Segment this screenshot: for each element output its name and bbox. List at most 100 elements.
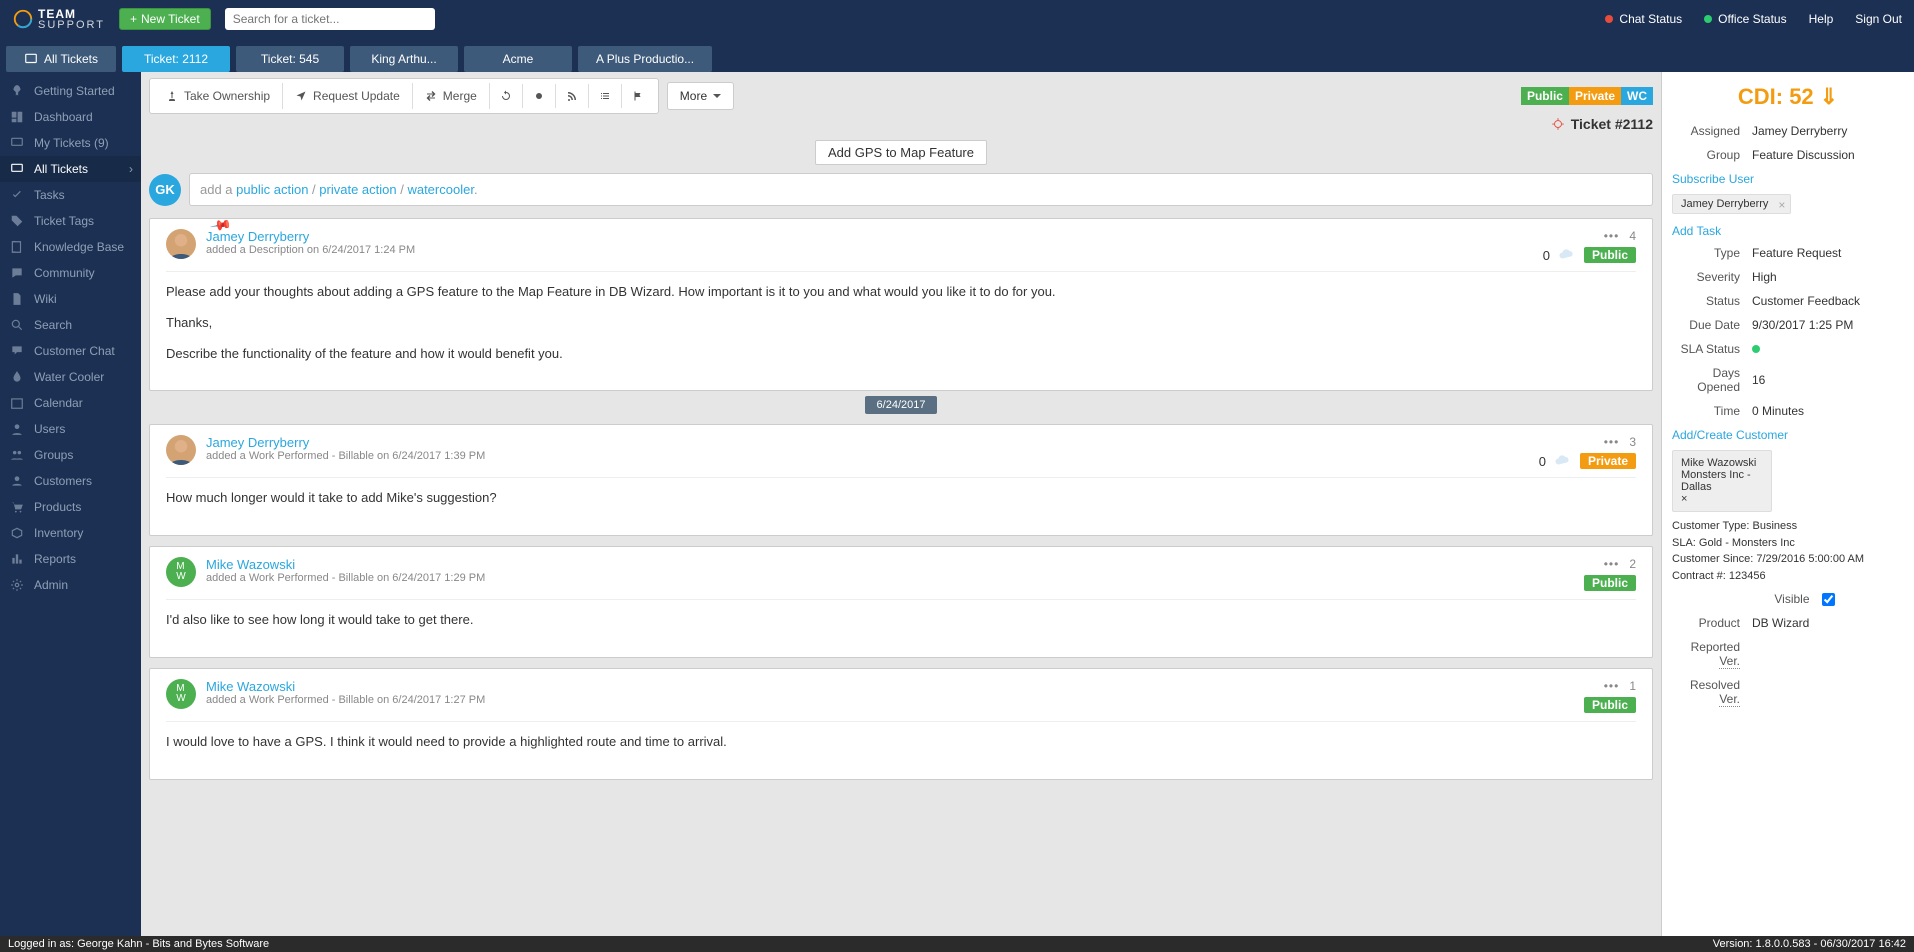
assigned-value[interactable]: Jamey Derryberry bbox=[1752, 124, 1847, 138]
cloud-icon[interactable] bbox=[1558, 248, 1576, 262]
sidebar-item-knowledge-base[interactable]: Knowledge Base bbox=[0, 234, 141, 260]
sidebar: Getting Started DashboardMy Tickets (9) Al… bbox=[0, 72, 141, 936]
comment-body: How much longer would it take to add Mik… bbox=[166, 488, 1636, 509]
sidebar-item-customer-chat[interactable]: Customer Chat bbox=[0, 338, 141, 364]
visibility-badge: Public bbox=[1584, 575, 1636, 591]
chat-status-indicator[interactable]: Chat Status bbox=[1605, 12, 1682, 26]
comment-index: 1 bbox=[1629, 679, 1636, 693]
list-button[interactable] bbox=[589, 84, 622, 108]
group-value[interactable]: Feature Discussion bbox=[1752, 148, 1855, 162]
more-dropdown[interactable]: More bbox=[667, 82, 734, 110]
tab-ticket-2112[interactable]: Ticket: 2112 bbox=[122, 46, 230, 72]
sidebar-item-label: Knowledge Base bbox=[34, 240, 124, 254]
comment-menu-icon[interactable]: ••• bbox=[1604, 679, 1620, 693]
comment-menu-icon[interactable]: ••• bbox=[1604, 557, 1620, 571]
status-tag-private[interactable]: Private bbox=[1569, 87, 1621, 105]
sidebar-item-label: Customer Chat bbox=[34, 344, 115, 358]
sidebar-item-products[interactable]: Products bbox=[0, 494, 141, 520]
add-action-input[interactable]: add a public action / private action / w… bbox=[189, 173, 1653, 206]
severity-value[interactable]: High bbox=[1752, 270, 1777, 284]
comment-body: Please add your thoughts about adding a … bbox=[166, 282, 1636, 364]
comment-author[interactable]: Jamey Derryberry bbox=[206, 229, 415, 244]
comment-menu-icon[interactable]: ••• bbox=[1604, 435, 1620, 449]
sidebar-item-dashboard[interactable]: Dashboard bbox=[0, 104, 141, 130]
help-link[interactable]: Help bbox=[1809, 12, 1834, 26]
tag-icon bbox=[10, 214, 24, 228]
remove-subscriber-icon[interactable]: × bbox=[1778, 198, 1785, 212]
signout-link[interactable]: Sign Out bbox=[1855, 12, 1902, 26]
subscribe-user-link[interactable]: Subscribe User bbox=[1672, 172, 1904, 186]
sidebar-item-getting-started[interactable]: Getting Started bbox=[0, 78, 141, 104]
visible-checkbox[interactable] bbox=[1822, 593, 1835, 606]
sidebar-item-label: Customers bbox=[34, 474, 92, 488]
comment-author[interactable]: Mike Wazowski bbox=[206, 679, 485, 694]
rss-button[interactable] bbox=[556, 84, 589, 108]
subscriber-chip[interactable]: Jamey Derryberry× bbox=[1672, 194, 1791, 214]
sidebar-item-label: Getting Started bbox=[34, 84, 115, 98]
cloud-icon[interactable] bbox=[1554, 454, 1572, 468]
dash-icon bbox=[10, 110, 24, 124]
version-label: Version: 1.8.0.0.583 - 06/30/2017 16:42 bbox=[1713, 938, 1906, 950]
avatar bbox=[166, 229, 196, 259]
new-ticket-button[interactable]: +New Ticket bbox=[119, 8, 211, 30]
type-value[interactable]: Feature Request bbox=[1752, 246, 1841, 260]
bar-icon bbox=[10, 552, 24, 566]
sidebar-item-my-tickets-9-[interactable]: My Tickets (9) bbox=[0, 130, 141, 156]
status-tag-public[interactable]: Public bbox=[1521, 87, 1569, 105]
comment-author[interactable]: Mike Wazowski bbox=[206, 557, 485, 572]
sidebar-item-calendar[interactable]: Calendar bbox=[0, 390, 141, 416]
sidebar-item-reports[interactable]: Reports bbox=[0, 546, 141, 572]
merge-button[interactable]: Merge bbox=[413, 83, 490, 109]
due-date-value[interactable]: 9/30/2017 1:25 PM bbox=[1752, 318, 1853, 332]
tab-a-plus-productio-[interactable]: A Plus Productio... bbox=[578, 46, 712, 72]
add-task-link[interactable]: Add Task bbox=[1672, 224, 1904, 238]
sidebar-item-all-tickets[interactable]: All Tickets bbox=[0, 156, 141, 182]
request-update-button[interactable]: Request Update bbox=[283, 83, 413, 109]
comment-index: 2 bbox=[1629, 557, 1636, 571]
tab-king-arthu-[interactable]: King Arthu... bbox=[350, 46, 458, 72]
sla-status-icon bbox=[1752, 342, 1760, 356]
status-tag-wc[interactable]: WC bbox=[1621, 87, 1653, 105]
add-customer-link[interactable]: Add/Create Customer bbox=[1672, 428, 1904, 442]
tab-acme[interactable]: Acme bbox=[464, 46, 572, 72]
monitor-icon bbox=[10, 162, 24, 176]
product-value[interactable]: DB Wizard bbox=[1752, 616, 1809, 630]
sidebar-item-label: Calendar bbox=[34, 396, 83, 410]
sidebar-item-inventory[interactable]: Inventory bbox=[0, 520, 141, 546]
visibility-badge: Public bbox=[1584, 697, 1636, 713]
sidebar-item-groups[interactable]: Groups bbox=[0, 442, 141, 468]
check-icon bbox=[10, 188, 24, 202]
remove-customer-icon[interactable]: × bbox=[1681, 493, 1687, 505]
refresh-button[interactable] bbox=[490, 84, 523, 108]
sidebar-item-label: Search bbox=[34, 318, 72, 332]
sidebar-item-wiki[interactable]: Wiki bbox=[0, 286, 141, 312]
comment-author[interactable]: Jamey Derryberry bbox=[206, 435, 485, 450]
sidebar-item-label: All Tickets bbox=[34, 162, 88, 176]
sidebar-item-tasks[interactable]: Tasks bbox=[0, 182, 141, 208]
office-status-indicator[interactable]: Office Status bbox=[1704, 12, 1786, 26]
cust-icon bbox=[10, 474, 24, 488]
sidebar-item-community[interactable]: Community bbox=[0, 260, 141, 286]
sidebar-item-search[interactable]: Search bbox=[0, 312, 141, 338]
ticket-title-input[interactable]: Add GPS to Map Feature bbox=[815, 140, 987, 165]
status-value[interactable]: Customer Feedback bbox=[1752, 294, 1860, 308]
comment-menu-icon[interactable]: ••• bbox=[1604, 229, 1620, 243]
sidebar-item-admin[interactable]: Admin bbox=[0, 572, 141, 598]
sidebar-item-users[interactable]: Users bbox=[0, 416, 141, 442]
customer-chip[interactable]: Mike Wazowski Monsters Inc - Dallas × bbox=[1672, 450, 1772, 512]
tab-all-tickets[interactable]: All Tickets bbox=[6, 46, 116, 72]
cart-icon bbox=[10, 500, 24, 514]
status-bar: Logged in as: George Kahn - Bits and Byt… bbox=[0, 936, 1914, 952]
sidebar-item-ticket-tags[interactable]: Ticket Tags bbox=[0, 208, 141, 234]
comment-meta: added a Work Performed - Billable on 6/2… bbox=[206, 572, 485, 584]
comment-card: MWMike Wazowskiadded a Work Performed - … bbox=[149, 668, 1653, 780]
record-button[interactable] bbox=[523, 84, 556, 108]
flag-button[interactable] bbox=[622, 84, 654, 108]
search-input[interactable] bbox=[225, 8, 435, 30]
take-ownership-button[interactable]: Take Ownership bbox=[154, 83, 283, 109]
sidebar-item-water-cooler[interactable]: Water Cooler bbox=[0, 364, 141, 390]
sidebar-item-customers[interactable]: Customers bbox=[0, 468, 141, 494]
current-user-avatar: GK bbox=[149, 174, 181, 206]
app-logo: TEAMSUPPORT bbox=[12, 8, 105, 31]
tab-ticket-545[interactable]: Ticket: 545 bbox=[236, 46, 344, 72]
